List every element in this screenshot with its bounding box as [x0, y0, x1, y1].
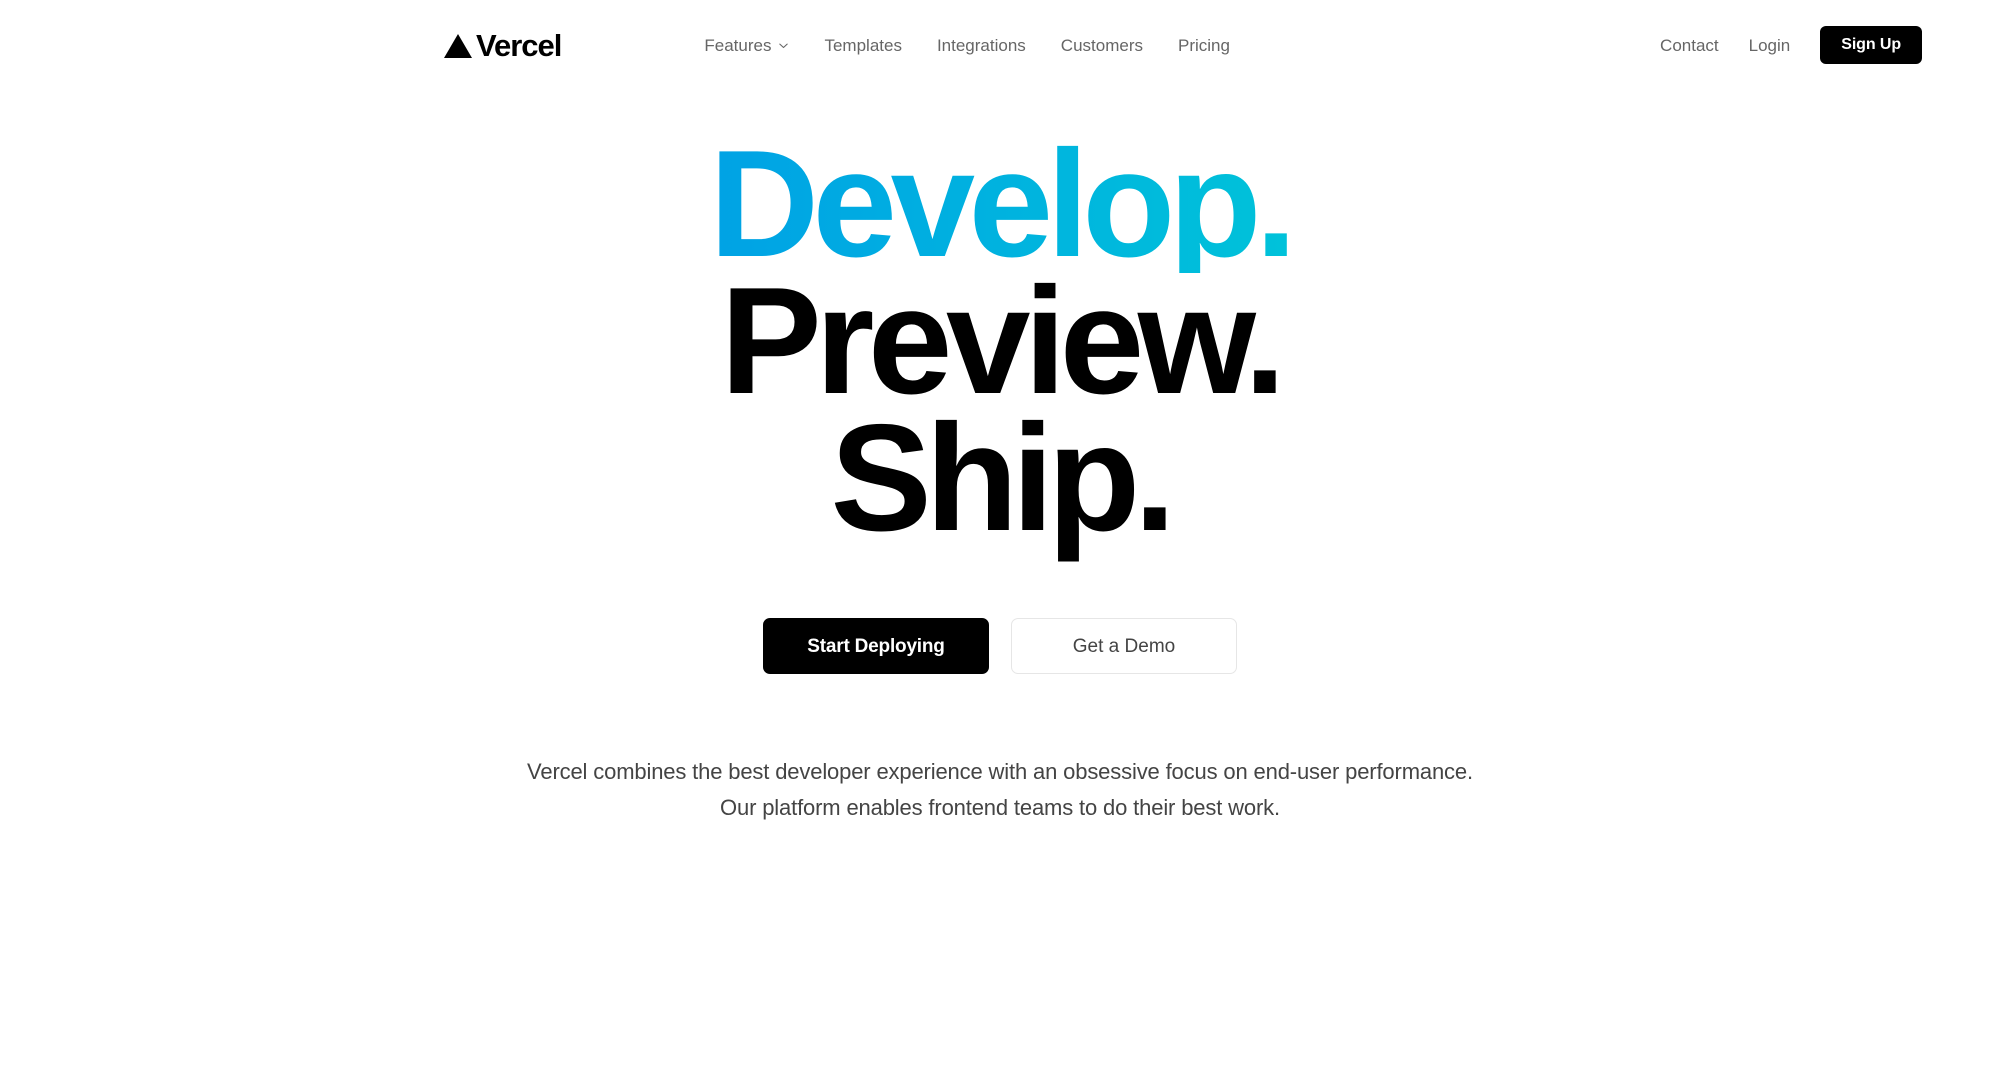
headline-line-ship: Ship. — [830, 392, 1176, 563]
nav-item-integrations[interactable]: Integrations — [937, 37, 1026, 54]
vercel-triangle-icon — [443, 33, 473, 60]
nav-item-contact-label: Contact — [1660, 35, 1719, 55]
brand-name: Vercel — [476, 27, 562, 63]
sign-up-button[interactable]: Sign Up — [1820, 26, 1922, 64]
nav-item-integrations-label: Integrations — [936, 35, 1026, 55]
nav-item-customers[interactable]: Customers — [1061, 37, 1143, 54]
hero-headline: Develop. Preview. Ship. — [0, 128, 2000, 563]
hero-cta-row: Start Deploying Get a Demo — [0, 618, 2000, 675]
nav-item-customers-label: Customers — [1060, 35, 1143, 55]
nav-item-login-label: Login — [1748, 35, 1791, 55]
hero-description-line-2: Our platform enables frontend teams to d… — [720, 795, 1280, 821]
primary-nav: Features Templates Integrations Customer… — [704, 37, 1230, 54]
nav-item-pricing[interactable]: Pricing — [1178, 37, 1230, 54]
nav-item-features-label: Features — [704, 35, 772, 55]
nav-item-contact[interactable]: Contact — [1660, 37, 1719, 54]
nav-item-login[interactable]: Login — [1749, 37, 1791, 54]
hero-description-line-1: Vercel combines the best developer exper… — [527, 759, 1473, 785]
headline-line-preview: Preview. — [720, 255, 1286, 426]
hero-section: Develop. Preview. Ship. Start Deploying … — [0, 90, 2000, 826]
nav-actions: Contact Login Sign Up — [1660, 26, 1922, 64]
chevron-down-icon — [778, 40, 789, 51]
start-deploying-button[interactable]: Start Deploying — [763, 618, 989, 675]
nav-item-features[interactable]: Features — [704, 37, 789, 54]
brand-logo-link[interactable]: Vercel — [443, 27, 562, 63]
hero-description: Vercel combines the best developer exper… — [520, 754, 1480, 825]
headline-line-develop: Develop. — [0, 128, 2000, 280]
site-header: Vercel Features Templates Integrations C… — [0, 0, 2000, 90]
nav-item-pricing-label: Pricing — [1177, 35, 1230, 55]
nav-item-templates[interactable]: Templates — [824, 37, 901, 54]
nav-item-templates-label: Templates — [824, 35, 902, 55]
nav-container: Vercel Features Templates Integrations C… — [0, 26, 2000, 64]
get-a-demo-button[interactable]: Get a Demo — [1011, 618, 1237, 675]
